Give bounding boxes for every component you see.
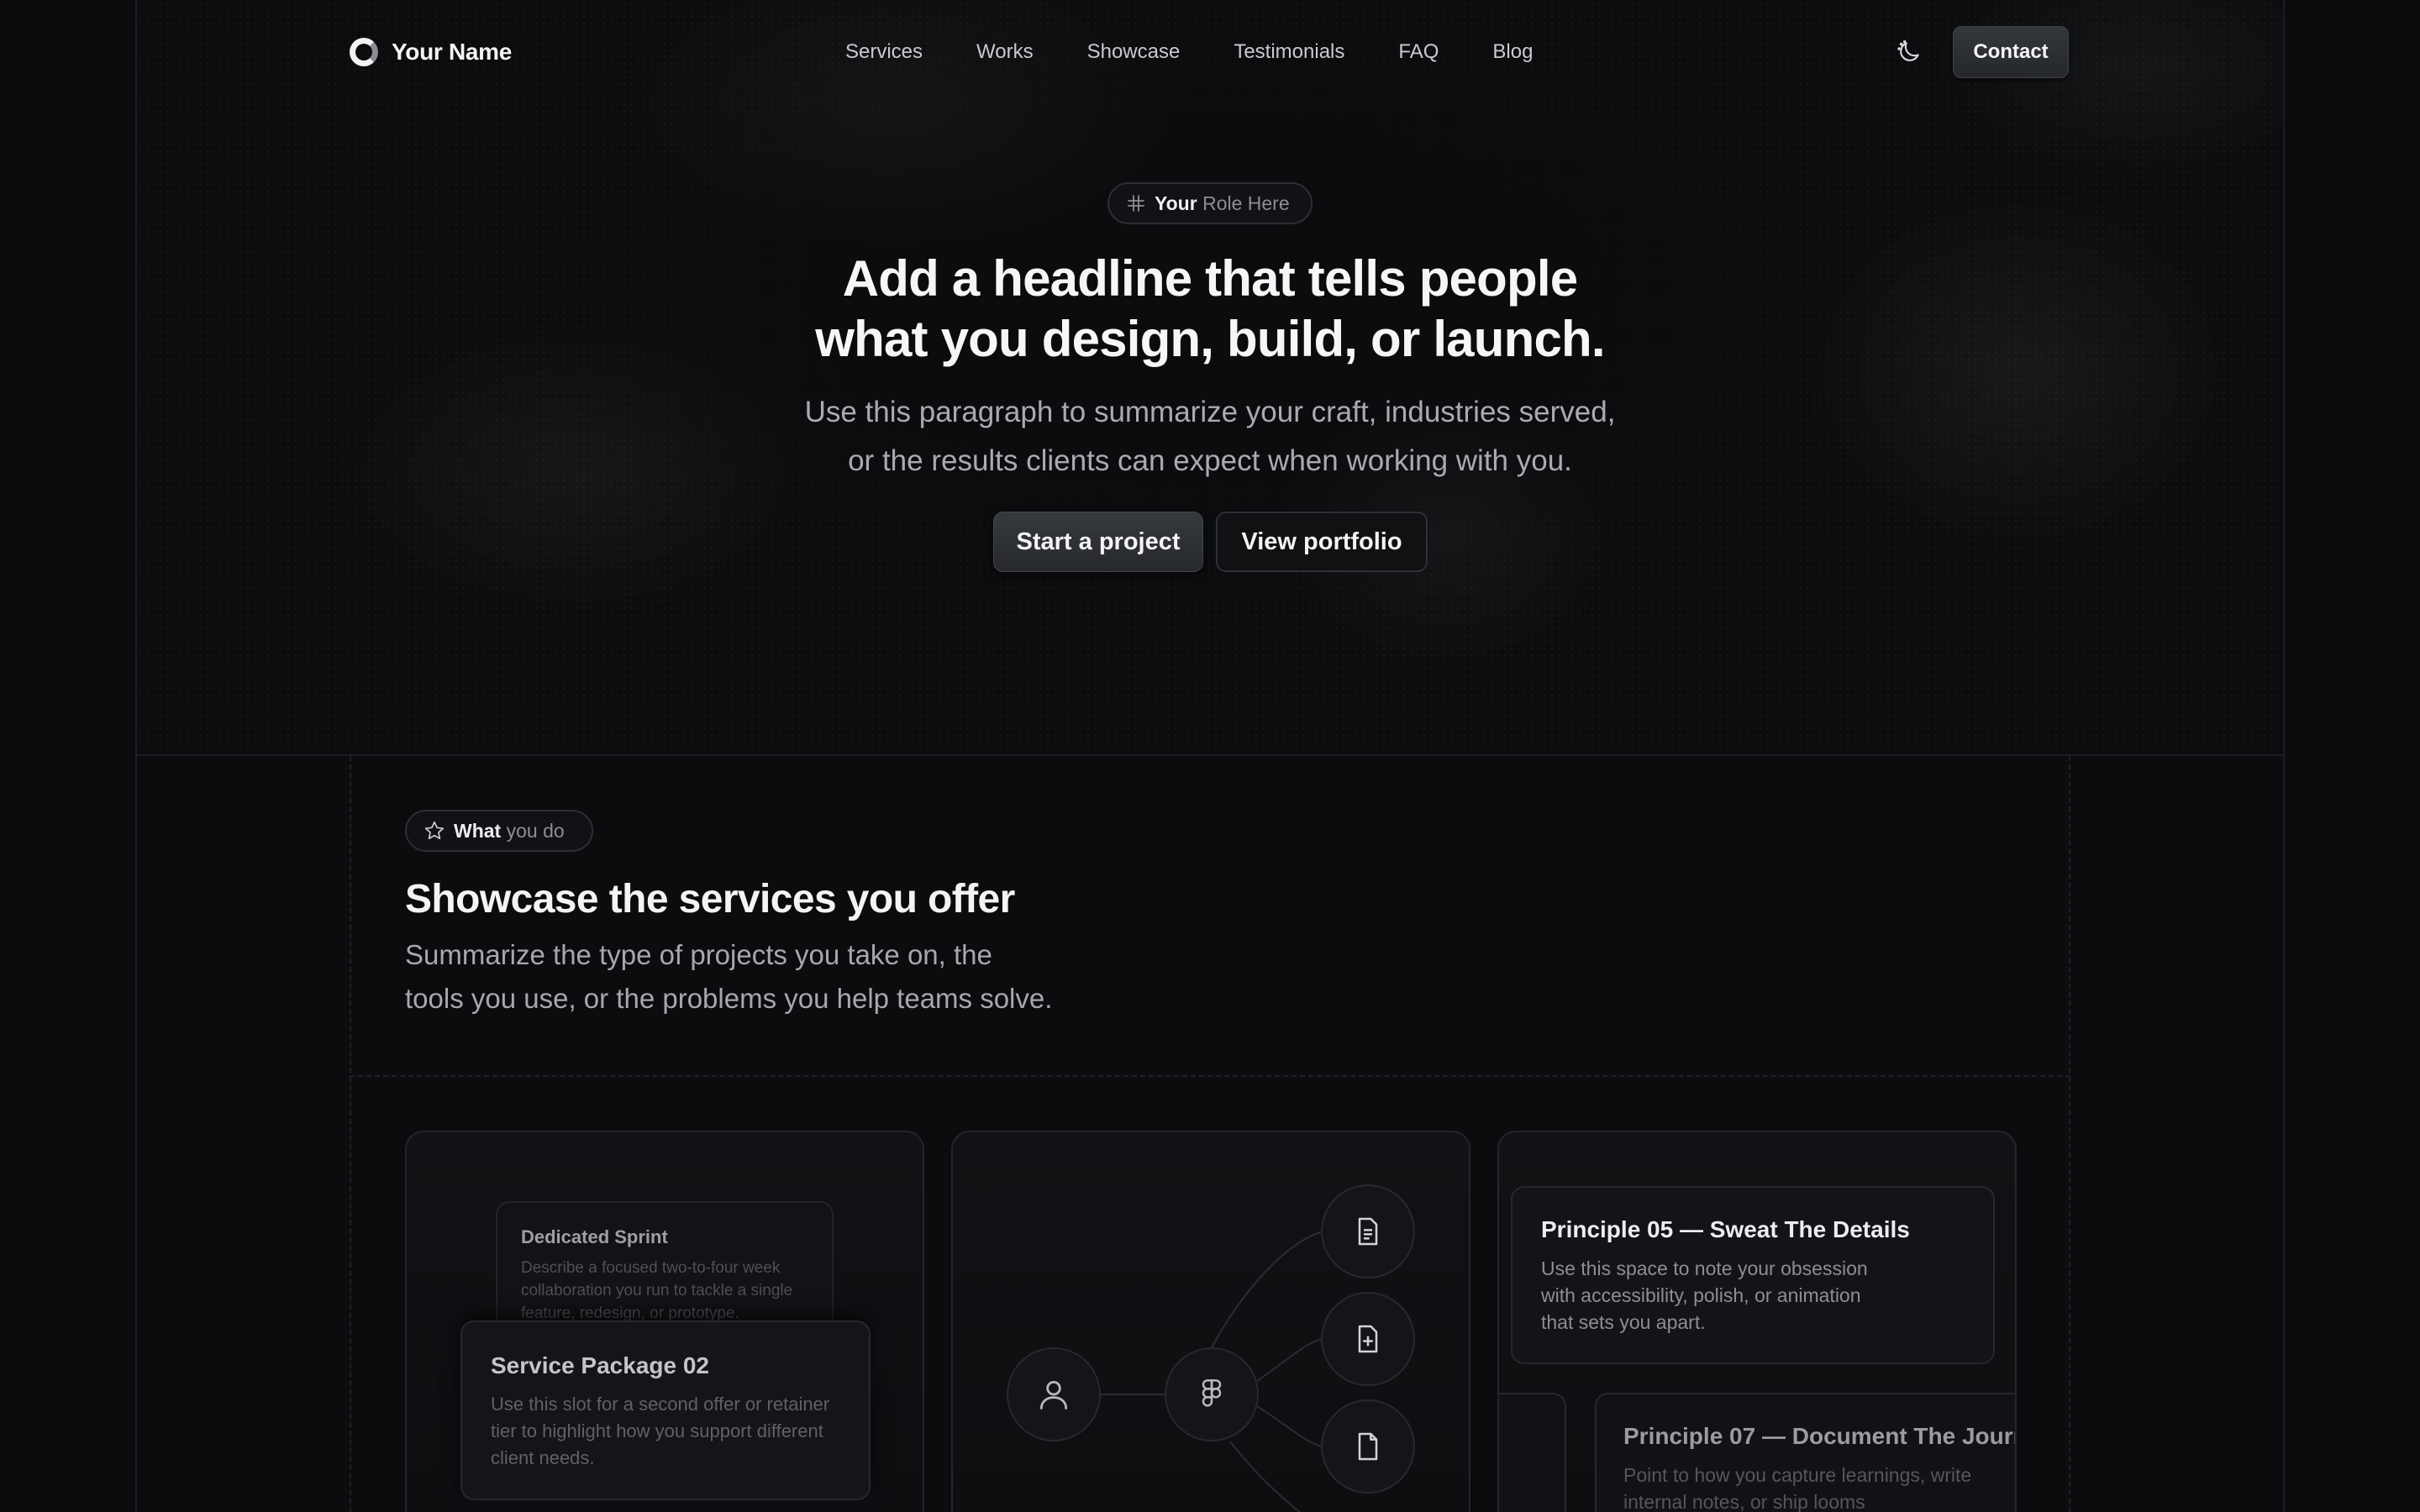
hero-headline: Add a headline that tells people what yo… <box>706 249 1714 370</box>
services-subtitle: Summarize the type of projects you take … <box>405 933 1094 1021</box>
workflow-card <box>951 1131 1470 1512</box>
nav-links: Services Works Showcase Testimonials FAQ… <box>845 37 1533 67</box>
moon-icon <box>1897 39 1919 61</box>
start-project-button[interactable]: Start a project <box>993 512 1203 572</box>
services-subtitle-line-2: tools you use, or the problems you help … <box>405 983 1053 1014</box>
service-package-title: Service Package 02 <box>491 1352 709 1378</box>
nav-link-faq[interactable]: FAQ <box>1398 37 1439 67</box>
hero-subtitle-line-1: Use this paragraph to summarize your cra… <box>804 396 1616 428</box>
services-pill-strong: What <box>454 819 502 842</box>
section-guide-right <box>2069 756 2070 1512</box>
role-pill: Your Role Here <box>1107 182 1313 224</box>
hero-dotted-background <box>137 0 2283 754</box>
principle-05-card: Principle 05 — Sweat The Details Use thi… <box>1511 1186 1995 1364</box>
contact-button[interactable]: Contact <box>1953 26 2069 78</box>
document-add-icon <box>1358 1325 1378 1353</box>
principle-stub-card <box>1499 1393 1566 1512</box>
principle-05-desc: Use this space to note your obsession wi… <box>1541 1257 1868 1333</box>
service-package-desc: Use this slot for a second offer or reta… <box>491 1394 830 1468</box>
principles-card: Principle 05 — Sweat The Details Use thi… <box>1497 1131 2017 1512</box>
nav-link-works[interactable]: Works <box>976 37 1034 67</box>
brand-name: Your Name <box>392 39 513 65</box>
principle-07-title: Principle 07 — Document The Journey <box>1623 1423 2017 1449</box>
frame-line-right <box>2283 0 2285 1512</box>
principle-07-card: Principle 07 — Document The Journey Poin… <box>1595 1393 2017 1512</box>
hero-headline-line-1: Add a headline that tells people <box>842 250 1578 307</box>
nav-link-showcase[interactable]: Showcase <box>1087 37 1181 67</box>
document-icon <box>1358 1432 1378 1461</box>
dedicated-sprint-desc: Describe a focused two-to-four week coll… <box>521 1259 793 1322</box>
frame-line-left <box>135 0 137 1512</box>
hero-headline-line-2: what you design, build, or launch. <box>815 311 1605 367</box>
services-subtitle-line-1: Summarize the type of projects you take … <box>405 939 992 970</box>
user-icon <box>1039 1380 1068 1410</box>
document-node-1 <box>1321 1184 1415 1278</box>
principle-07-desc: Point to how you capture learnings, writ… <box>1623 1464 1972 1512</box>
service-package-card: Service Package 02 Use this slot for a s… <box>460 1320 871 1500</box>
hero-divider <box>135 754 2285 756</box>
role-pill-soft: Role Here <box>1202 192 1290 214</box>
nav-link-services[interactable]: Services <box>845 37 923 67</box>
theme-toggle-button[interactable] <box>1894 37 1924 67</box>
principle-05-title: Principle 05 — Sweat The Details <box>1541 1216 1910 1242</box>
top-nav: Your Name Services Works Showcase Testim… <box>0 0 2420 104</box>
hero-subtitle: Use this paragraph to summarize your cra… <box>739 388 1681 486</box>
star-icon <box>424 821 445 840</box>
hero-subtitle-line-2: or the results clients can expect when w… <box>848 444 1572 477</box>
dedicated-sprint-title: Dedicated Sprint <box>521 1226 668 1247</box>
section-guide-left <box>350 756 351 1512</box>
logo-icon <box>350 38 378 66</box>
nav-link-blog[interactable]: Blog <box>1492 37 1533 67</box>
document-text-icon <box>1358 1217 1378 1246</box>
brand-logo[interactable]: Your Name <box>350 35 512 69</box>
services-title: Showcase the services you offer <box>405 877 1015 921</box>
role-pill-strong: Your <box>1155 192 1197 214</box>
figma-icon <box>1202 1379 1222 1407</box>
view-portfolio-button[interactable]: View portfolio <box>1216 512 1428 572</box>
user-node <box>1007 1347 1101 1441</box>
document-node-3 <box>1321 1399 1415 1494</box>
nav-link-testimonials[interactable]: Testimonials <box>1234 37 1344 67</box>
hash-icon <box>1128 195 1144 212</box>
figma-node <box>1165 1347 1259 1441</box>
service-packages-card: Dedicated Sprint Describe a focused two-… <box>405 1131 924 1512</box>
document-node-2 <box>1321 1292 1415 1386</box>
services-pill-soft: you do <box>506 819 565 842</box>
services-pill: What you do <box>405 810 593 852</box>
services-divider <box>350 1075 2070 1077</box>
